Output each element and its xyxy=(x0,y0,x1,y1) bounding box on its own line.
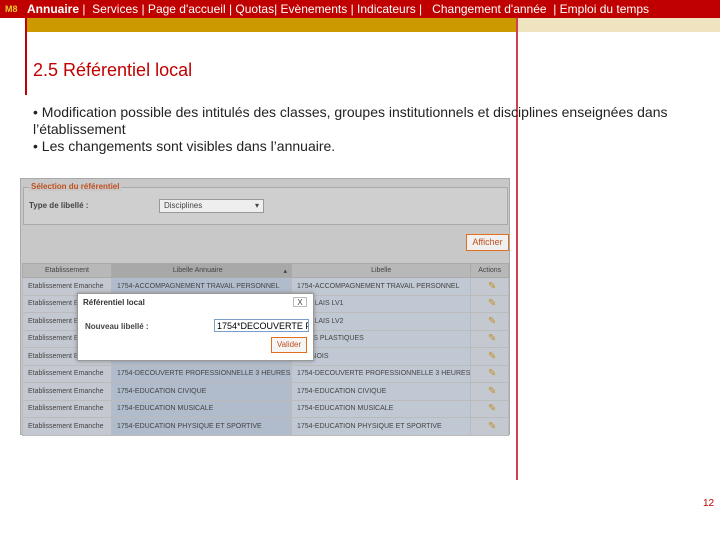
gold-band xyxy=(26,18,517,32)
afficher-button[interactable]: Afficher xyxy=(466,234,509,251)
divider xyxy=(516,18,518,480)
edit-pencil-icon[interactable]: ✎ xyxy=(470,312,509,331)
new-label-label: Nouveau libellé : xyxy=(85,322,149,331)
edit-pencil-icon[interactable]: ✎ xyxy=(470,294,509,313)
col-header[interactable]: Etablissement xyxy=(22,263,112,278)
table-row: Etablissement Emanche 1754-EDUCATION MUSI… xyxy=(22,399,509,418)
edit-pencil-icon[interactable]: ✎ xyxy=(470,277,509,296)
type-select[interactable]: Disciplines ▾ xyxy=(159,199,264,213)
new-label-input[interactable] xyxy=(214,319,309,332)
sort-asc-icon: ▴ xyxy=(283,267,287,275)
table-cell: 1754-EDUCATION CIVIQUE xyxy=(290,382,472,401)
table-cell: 1754-ACCOMPAGNEMENT TRAVAIL PERSONNEL xyxy=(290,277,472,296)
app-screenshot: Sélection du référentiel Type de libellé… xyxy=(20,178,510,436)
validate-button[interactable]: Valider xyxy=(271,337,307,353)
bullet: • Modification possible des intitulés de… xyxy=(33,104,668,137)
table-cell: 1754-DECOUVERTE PROFESSIONNELLE 3 HEURES xyxy=(111,364,292,383)
edit-pencil-icon[interactable]: ✎ xyxy=(470,347,509,366)
edit-pencil-icon[interactable]: ✎ xyxy=(470,364,509,383)
table-cell: -ANGLAIS LV1 xyxy=(290,294,472,313)
table-row: Etablissement Emanche 1754-EDUCATION CIVI… xyxy=(22,382,509,401)
table-cell: -ANGLAIS LV2 xyxy=(290,312,472,331)
col-header[interactable]: Libelle xyxy=(290,263,472,278)
table-cell: 1754-EDUCATION CIVIQUE xyxy=(111,382,292,401)
table-cell: 1754-DECOUVERTE PROFESSIONNELLE 3 HEURES xyxy=(290,364,472,383)
type-value: Disciplines xyxy=(164,201,203,210)
table-cell: Etablissement Emanche xyxy=(22,382,112,401)
slide-body: • Modification possible des intitulés de… xyxy=(33,104,720,155)
col-header: Actions xyxy=(470,263,509,278)
table-cell: 1754-EDUCATION PHYSIQUE ET SPORTIVE xyxy=(290,417,472,436)
table-cell: 1754-EDUCATION MUSICALE xyxy=(290,399,472,418)
table-cell: -ARTS PLASTIQUES xyxy=(290,329,472,348)
edit-dialog: Référentiel local X Nouveau libellé : Va… xyxy=(77,293,314,361)
table-cell: 1754-EDUCATION PHYSIQUE ET SPORTIVE xyxy=(111,417,292,436)
logo: M8 xyxy=(5,4,18,14)
table-cell: Etablissement Emanche xyxy=(22,399,112,418)
table-cell: -CHINOIS xyxy=(290,347,472,366)
dialog-title: Référentiel local xyxy=(83,298,145,307)
edit-pencil-icon[interactable]: ✎ xyxy=(470,417,509,436)
table-row: Etablissement Emanche 1754-EDUCATION PHYS… xyxy=(22,417,509,436)
nav-links[interactable]: | Services | Page d'accueil | Quotas| Ev… xyxy=(79,2,649,16)
close-button[interactable]: X xyxy=(293,297,307,307)
chevron-down-icon: ▾ xyxy=(254,201,259,210)
fieldset-selection: Sélection du référentiel Type de libellé… xyxy=(23,182,508,225)
page-number: 12 xyxy=(703,498,715,509)
table-cell: 1754-EDUCATION MUSICALE xyxy=(111,399,292,418)
divider xyxy=(25,18,27,95)
slide-title: 2.5 Référentiel local xyxy=(33,60,193,80)
nav-annuaire[interactable]: Annuaire xyxy=(27,2,79,16)
type-label: Type de libellé : xyxy=(29,201,89,210)
top-nav-bar: M8 Annuaire | Services | Page d'accueil … xyxy=(0,0,720,18)
col-header[interactable]: Libelle Annuaire ▴ xyxy=(111,263,292,278)
edit-pencil-icon[interactable]: ✎ xyxy=(470,399,509,418)
table-cell: Etablissement Emanche xyxy=(22,364,112,383)
bullet: • Les changements sont visibles dans l’a… xyxy=(33,138,336,154)
edit-pencil-icon[interactable]: ✎ xyxy=(470,382,509,401)
table-cell: Etablissement Emanche xyxy=(22,417,112,436)
fieldset-legend: Sélection du référentiel xyxy=(29,182,122,191)
edit-pencil-icon[interactable]: ✎ xyxy=(470,329,509,348)
beige-band xyxy=(517,18,720,32)
table-row: Etablissement Emanche 1754-DECOUVERTE PRO… xyxy=(22,364,509,383)
